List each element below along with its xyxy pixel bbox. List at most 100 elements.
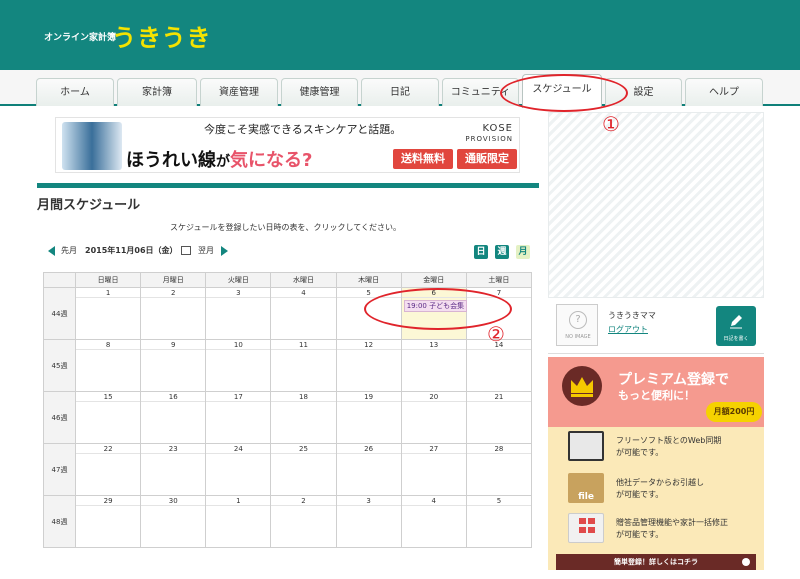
day-cell[interactable]: 24 xyxy=(205,443,272,496)
day-cell[interactable]: 3 xyxy=(335,495,402,548)
prev-arrow-icon[interactable] xyxy=(48,246,55,256)
header-friday: 金曜日 xyxy=(400,272,467,288)
user-profile-box: ? NO IMAGE うきうきママ ログアウト 日記を書く xyxy=(548,298,764,354)
write-diary-button[interactable]: 日記を書く xyxy=(716,306,756,346)
tab-health[interactable]: 健康管理 xyxy=(281,78,358,106)
prev-month-link[interactable]: 先月 xyxy=(61,245,77,257)
day-cell[interactable]: 18 xyxy=(270,391,337,444)
month-view-button[interactable]: 月 xyxy=(516,245,530,259)
day-cell[interactable]: 22 xyxy=(74,443,142,496)
next-arrow-icon[interactable] xyxy=(221,246,228,256)
header-wednesday: 水曜日 xyxy=(270,272,337,288)
day-number: 1 xyxy=(76,288,141,298)
day-cell[interactable]: 20 xyxy=(400,391,467,444)
promo-feature-import: file 他社データからお引越し が可能です。 xyxy=(556,471,756,513)
calendar-icon[interactable] xyxy=(181,246,191,255)
day-cell[interactable]: 21 xyxy=(465,391,533,444)
day-cell[interactable]: 16 xyxy=(140,391,207,444)
day-number: 16 xyxy=(141,392,206,402)
feature-line: が可能です。 xyxy=(616,490,664,499)
day-cell[interactable]: 26 xyxy=(335,443,402,496)
logout-link[interactable]: ログアウト xyxy=(608,324,648,335)
feature-line: フリーソフト版とのWeb同期 xyxy=(616,436,722,445)
day-cell[interactable]: 27 xyxy=(400,443,467,496)
tab-household-budget[interactable]: 家計簿 xyxy=(117,78,197,106)
day-number: 2 xyxy=(271,496,336,506)
tab-diary[interactable]: 日記 xyxy=(361,78,439,106)
promo-feature-gifts: 贈答品管理機能や家計一括修正 が可能です。 xyxy=(556,511,756,553)
premium-signup-label: 簡単登録！詳しくはコチラ xyxy=(614,558,698,566)
day-cell[interactable]: 2 xyxy=(270,495,337,548)
day-cell[interactable]: 13 xyxy=(400,339,467,392)
day-cell[interactable]: 14 xyxy=(465,339,533,392)
day-cell[interactable]: 3 xyxy=(205,287,272,340)
crown-icon xyxy=(562,366,602,406)
feature-line: 他社データからお引越し xyxy=(616,478,704,487)
week-view-button[interactable]: 週 xyxy=(495,245,509,259)
day-cell[interactable]: 1 xyxy=(74,287,142,340)
tab-assets[interactable]: 資産管理 xyxy=(200,78,278,106)
tab-community[interactable]: コミュニティ xyxy=(442,78,519,106)
sidebar-ad-placeholder xyxy=(548,112,764,298)
feature-line: が可能です。 xyxy=(616,530,664,539)
tab-home[interactable]: ホーム xyxy=(36,78,114,106)
day-cell[interactable]: 30 xyxy=(140,495,207,548)
tab-settings[interactable]: 設定 xyxy=(605,78,682,106)
price-badge: 月額200円 xyxy=(706,402,762,422)
day-cell[interactable]: 11 xyxy=(270,339,337,392)
day-cell[interactable]: 15 xyxy=(74,391,142,444)
day-cell[interactable]: 5 xyxy=(335,287,402,340)
day-cell[interactable]: 19 xyxy=(335,391,402,444)
ad-headline-c: 気になる? xyxy=(230,150,313,171)
day-number: 6 xyxy=(401,288,466,298)
day-number: 29 xyxy=(76,496,141,506)
day-cell[interactable]: 5 xyxy=(465,495,533,548)
ad-banner[interactable]: 今度こそ実感できるスキンケアと話題。 ほうれい線が気になる? KOSE PROV… xyxy=(55,117,520,173)
day-cell[interactable]: 23 xyxy=(140,443,207,496)
ad-brand-name: KOSE xyxy=(482,123,513,134)
day-cell[interactable]: 4 xyxy=(400,495,467,548)
tab-help[interactable]: ヘルプ xyxy=(685,78,763,106)
ad-headline-a: ほうれい線 xyxy=(126,150,216,171)
day-number: 3 xyxy=(336,496,401,506)
day-number: 23 xyxy=(141,444,206,454)
day-cell[interactable]: 2 xyxy=(140,287,207,340)
avatar-label: NO IMAGE xyxy=(565,334,591,340)
day-number: 4 xyxy=(401,496,466,506)
week-label: 45週 xyxy=(43,339,76,392)
day-number: 17 xyxy=(206,392,271,402)
day-cell[interactable]: 4 xyxy=(270,287,337,340)
feature-text: 他社データからお引越し が可能です。 xyxy=(616,477,704,501)
day-cell[interactable]: 1 xyxy=(205,495,272,548)
day-view-button[interactable]: 日 xyxy=(474,245,488,259)
day-number: 28 xyxy=(466,444,531,454)
premium-signup-button[interactable]: 簡単登録！詳しくはコチラ xyxy=(556,554,756,570)
day-cell[interactable]: 9 xyxy=(140,339,207,392)
week-row: 46週 15 16 17 18 19 20 21 xyxy=(43,391,533,444)
tab-schedule[interactable]: スケジュール xyxy=(522,74,602,108)
premium-promo[interactable]: プレミアム登録で もっと便利に！ 月額200円 フリーソフト版とのWeb同期 が… xyxy=(548,357,764,570)
promo-title: プレミアム登録で xyxy=(618,372,730,388)
day-cell[interactable]: 12 xyxy=(335,339,402,392)
day-number: 15 xyxy=(76,392,141,402)
day-cell[interactable]: 29 xyxy=(74,495,142,548)
header-monday: 月曜日 xyxy=(140,272,207,288)
day-number: 7 xyxy=(466,288,531,298)
day-number: 10 xyxy=(206,340,271,350)
header-saturday: 土曜日 xyxy=(465,272,533,288)
day-number: 24 xyxy=(206,444,271,454)
day-cell-today[interactable]: 6 19:00 子ども会集 xyxy=(400,287,468,340)
day-cell[interactable]: 10 xyxy=(205,339,272,392)
site-logo[interactable]: うきうき xyxy=(112,18,212,53)
day-number: 21 xyxy=(466,392,531,402)
day-cell[interactable]: 8 xyxy=(74,339,142,392)
day-cell[interactable]: 28 xyxy=(465,443,533,496)
header-thursday: 木曜日 xyxy=(335,272,402,288)
day-number: 22 xyxy=(76,444,141,454)
day-cell[interactable]: 25 xyxy=(270,443,337,496)
day-cell[interactable]: 7 xyxy=(465,287,533,340)
schedule-event[interactable]: 19:00 子ども会集 xyxy=(403,300,468,312)
next-month-link[interactable]: 翌月 xyxy=(198,245,214,257)
day-number: 3 xyxy=(206,288,271,298)
day-cell[interactable]: 17 xyxy=(205,391,272,444)
